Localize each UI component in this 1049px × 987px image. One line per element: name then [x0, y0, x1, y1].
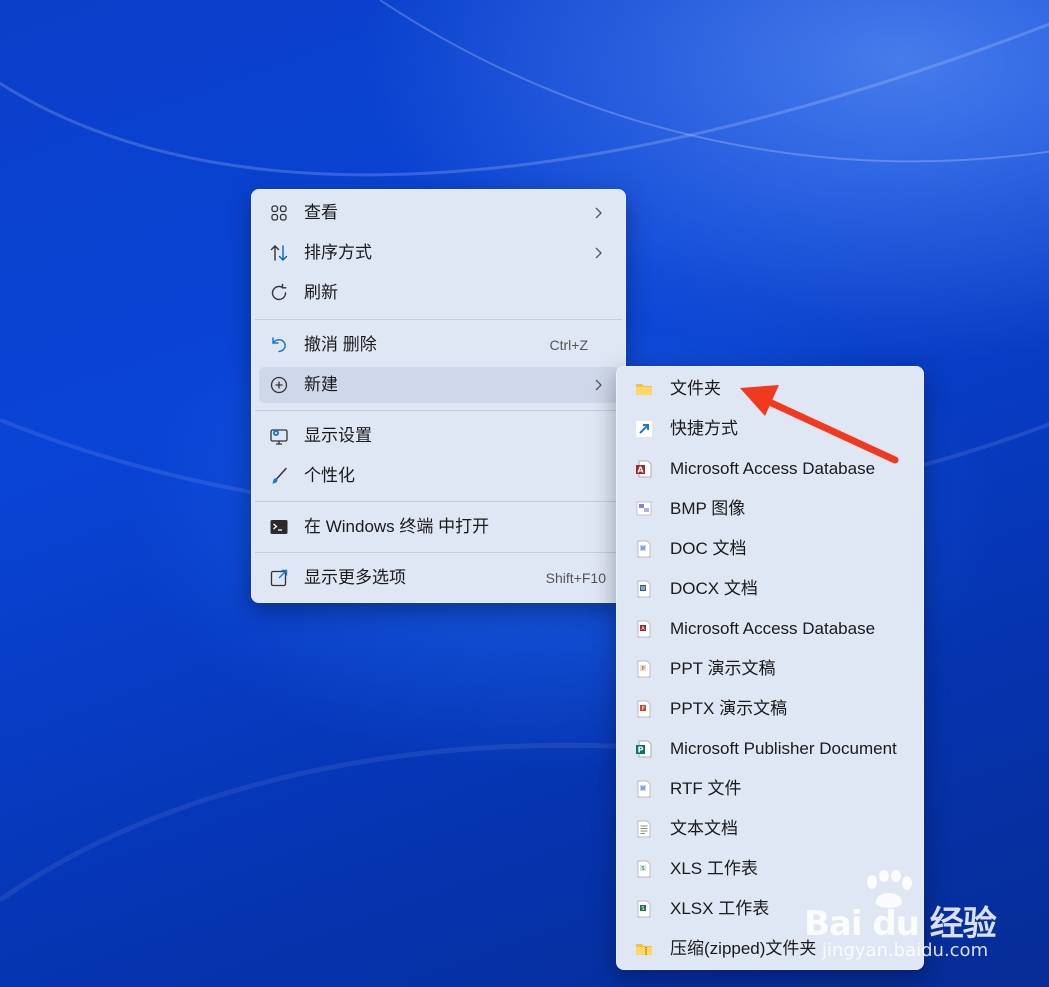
baidu-jingyan-watermark: Bai du 经验 jingyan.baidu.com: [800, 870, 1000, 965]
svg-text:W: W: [641, 586, 646, 592]
ppt-icon: P: [634, 659, 654, 679]
docx-icon: W: [634, 579, 654, 599]
submenu-item-label: RTF 文件: [670, 779, 742, 798]
submenu-item-label: PPT 演示文稿: [670, 659, 776, 678]
svg-text:W: W: [641, 546, 646, 552]
submenu-item-label: BMP 图像: [670, 499, 746, 518]
menu-item-label: 个性化: [304, 466, 355, 485]
menu-item-label: 排序方式: [304, 243, 372, 262]
svg-text:P: P: [641, 666, 644, 672]
chevron-right-icon: [595, 247, 602, 259]
publisher-icon: P: [634, 739, 654, 759]
menu-separator: [255, 552, 622, 553]
submenu-item-label: PPTX 演示文稿: [670, 699, 788, 718]
submenu-item-label: 文件夹: [670, 379, 721, 398]
submenu-item-label: 文本文档: [670, 819, 738, 838]
chevron-right-icon: [595, 379, 602, 391]
submenu-item-label: XLS 工作表: [670, 859, 758, 878]
svg-text:A: A: [637, 466, 644, 475]
menu-item-label: 在 Windows 终端 中打开: [304, 517, 490, 536]
svg-text:S: S: [641, 866, 644, 872]
pptx-icon: P: [634, 699, 654, 719]
menu-separator: [255, 410, 622, 411]
folder-icon: [634, 379, 654, 399]
refresh-icon: [269, 283, 289, 303]
new-publisher-item[interactable]: P Microsoft Publisher Document: [621, 730, 919, 768]
new-rtf-item[interactable]: W RTF 文件: [621, 770, 919, 808]
rtf-icon: W: [634, 779, 654, 799]
menu-item-label: 显示设置: [304, 426, 372, 445]
menu-item-personalize[interactable]: 个性化: [259, 458, 618, 494]
submenu-item-label: 压缩(zipped)文件夹: [670, 939, 817, 958]
submenu-item-label: Microsoft Access Database: [670, 619, 876, 638]
new-access-file-item[interactable]: A Microsoft Access Database: [621, 610, 919, 648]
new-ppt-item[interactable]: P PPT 演示文稿: [621, 650, 919, 688]
new-text-document-item[interactable]: 文本文档: [621, 810, 919, 848]
terminal-icon: [269, 517, 289, 537]
xls-icon: S: [634, 859, 654, 879]
zip-folder-icon: [634, 939, 654, 959]
new-doc-item[interactable]: W DOC 文档: [621, 530, 919, 568]
watermark-brand: Bai du 经验: [804, 904, 997, 944]
chevron-right-icon: [595, 207, 602, 219]
submenu-item-label: XLSX 工作表: [670, 899, 770, 918]
red-arrow-annotation: [740, 385, 899, 464]
access-file-icon: A: [634, 619, 654, 639]
menu-item-view[interactable]: 查看: [259, 195, 618, 231]
submenu-item-label: 快捷方式: [670, 419, 738, 438]
submenu-item-label: Microsoft Publisher Document: [670, 739, 897, 758]
svg-text:S: S: [641, 906, 644, 912]
menu-item-show-more-options[interactable]: 显示更多选项 Shift+F10: [259, 560, 618, 596]
text-file-icon: [634, 819, 654, 839]
desktop-context-menu: 查看 排序方式 刷新 撤消 删除 Ctrl+Z 新建 显示设置 个性化 在 Wi…: [251, 189, 626, 603]
menu-item-label: 显示更多选项: [304, 568, 406, 587]
display-settings-icon: [269, 426, 289, 446]
menu-separator: [255, 501, 622, 502]
show-more-icon: [269, 568, 289, 588]
menu-item-label: 查看: [304, 203, 338, 222]
new-plus-icon: [269, 375, 289, 395]
menu-item-open-terminal[interactable]: 在 Windows 终端 中打开: [259, 509, 618, 545]
brush-icon: [269, 466, 289, 486]
svg-text:P: P: [641, 706, 644, 712]
svg-text:P: P: [638, 746, 644, 755]
menu-item-label: 刷新: [304, 283, 338, 302]
menu-item-new[interactable]: 新建: [259, 367, 618, 403]
bmp-icon: [634, 499, 654, 519]
sort-icon: [269, 243, 289, 263]
svg-text:W: W: [641, 786, 646, 792]
grid-view-icon: [269, 203, 289, 223]
menu-item-label: 新建: [304, 375, 338, 394]
menu-item-display-settings[interactable]: 显示设置: [259, 418, 618, 454]
menu-item-sort[interactable]: 排序方式: [259, 235, 618, 271]
new-bmp-item[interactable]: BMP 图像: [621, 490, 919, 528]
submenu-item-label: DOCX 文档: [670, 579, 758, 598]
menu-separator: [255, 319, 622, 320]
menu-item-label: 撤消 删除: [304, 335, 377, 354]
watermark-url: jingyan.baidu.com: [822, 940, 989, 961]
shortcut-icon: [634, 419, 654, 439]
undo-icon: [269, 335, 289, 355]
submenu-item-label: DOC 文档: [670, 539, 747, 558]
xlsx-icon: S: [634, 899, 654, 919]
svg-text:A: A: [641, 626, 645, 632]
menu-item-undo-delete[interactable]: 撤消 删除 Ctrl+Z: [259, 327, 618, 363]
shortcut-hint: Ctrl+Z: [549, 337, 589, 353]
menu-item-refresh[interactable]: 刷新: [259, 275, 618, 311]
access-icon: A: [634, 459, 654, 479]
new-pptx-item[interactable]: P PPTX 演示文稿: [621, 690, 919, 728]
doc-icon: W: [634, 539, 654, 559]
shortcut-hint: Shift+F10: [545, 570, 606, 586]
new-docx-item[interactable]: W DOCX 文档: [621, 570, 919, 608]
